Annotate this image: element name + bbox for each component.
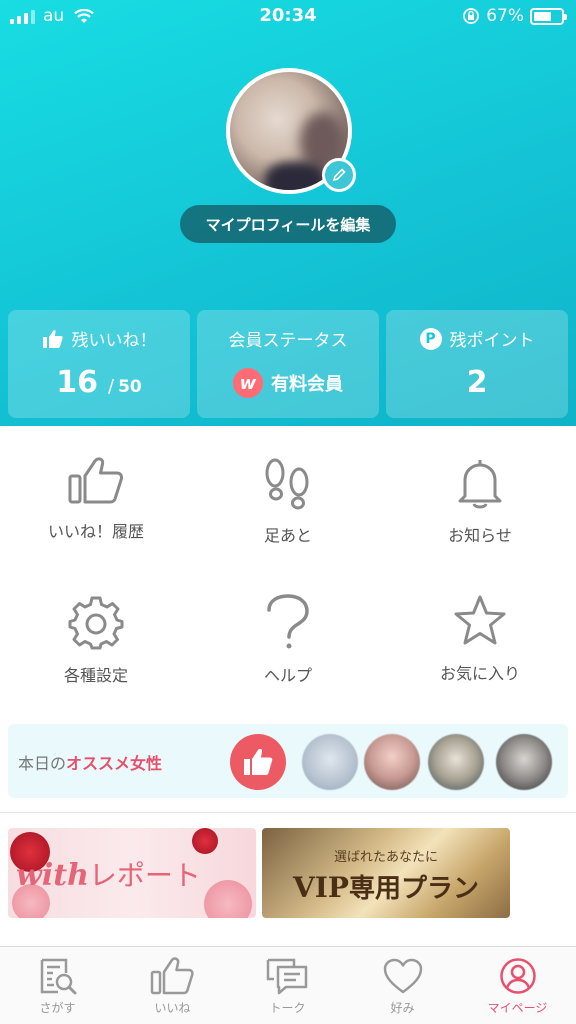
recommended-title: 本日のオススメ女性: [18, 754, 163, 773]
points-icon: P: [419, 327, 442, 350]
menu-like-history[interactable]: いいね！履歴: [0, 426, 192, 564]
remaining-points-label: 残ポイント: [449, 331, 535, 351]
star-icon: [454, 595, 506, 645]
tab-talk[interactable]: トーク: [230, 947, 345, 1024]
membership-status-value: 有料会員: [271, 374, 343, 395]
remaining-likes-separator: /: [108, 376, 115, 397]
membership-status-card[interactable]: 会員ステータス w 有料会員: [197, 310, 379, 418]
tab-label: 好み: [390, 1001, 415, 1015]
thumbs-up-icon: [68, 457, 124, 504]
with-logo-icon: w: [233, 368, 263, 398]
menu-label: お気に入り: [439, 664, 520, 683]
menu-settings[interactable]: 各種設定: [0, 564, 192, 702]
edit-profile-button[interactable]: マイプロフィールを編集: [180, 205, 396, 243]
menu-label: 各種設定: [63, 666, 128, 685]
with-report-banner[interactable]: withレポート: [8, 828, 256, 918]
tab-search[interactable]: さがす: [0, 947, 115, 1024]
gear-icon: [68, 596, 124, 650]
vip-plan-subtitle: 選ばれたあなたに: [333, 850, 438, 865]
vip-plan-banner[interactable]: 選ばれたあなたに VIP専用プラン: [262, 828, 510, 918]
footprints-icon: [265, 458, 309, 510]
remaining-likes-card[interactable]: 残いいね！ 16 /50: [8, 310, 190, 418]
question-icon: [267, 594, 309, 649]
tab-preferences[interactable]: 好み: [345, 947, 460, 1024]
recommended-user-avatar[interactable]: [496, 734, 552, 790]
menu-label: いいね！履歴: [47, 522, 144, 541]
bell-icon: [458, 460, 502, 509]
remaining-points-card[interactable]: P 残ポイント 2: [386, 310, 568, 418]
tab-label: さがす: [39, 1001, 76, 1015]
menu-footprints[interactable]: 足あと: [192, 426, 384, 564]
menu-favorites[interactable]: お気に入り: [384, 564, 576, 702]
chat-icon: [266, 958, 307, 995]
recommended-user-avatar[interactable]: [428, 734, 484, 790]
menu-help[interactable]: ヘルプ: [192, 564, 384, 702]
tab-likes[interactable]: いいね: [115, 947, 230, 1024]
tab-label: トーク: [269, 1001, 306, 1015]
remaining-likes-label: 残いいね！: [71, 331, 157, 351]
profile-icon: [499, 958, 536, 994]
tab-mypage[interactable]: マイページ: [460, 947, 575, 1024]
avatar[interactable]: [226, 68, 356, 194]
search-icon: [40, 958, 76, 995]
remaining-likes-value: 16: [56, 365, 98, 400]
divider: [0, 812, 576, 813]
recommended-user-avatar[interactable]: [302, 734, 358, 790]
tab-label: いいね: [154, 1001, 191, 1015]
battery-icon: [530, 7, 567, 25]
menu-notifications[interactable]: お知らせ: [384, 426, 576, 564]
thumbs-up-icon: [150, 957, 194, 995]
rotation-lock-icon: [463, 8, 480, 24]
like-button[interactable]: [230, 734, 286, 790]
profile-header: au 20:34 67% マイプロフィールを編集 残いいね！ 16 / 50 会…: [0, 0, 576, 426]
menu-label: ヘルプ: [263, 666, 312, 685]
bottom-tab-bar: さがす いいね トーク 好み マイページ: [0, 946, 576, 1024]
with-report-title: withレポート: [16, 858, 201, 893]
membership-status-label: 会員ステータス: [228, 331, 348, 351]
recommended-user-avatar[interactable]: [364, 734, 420, 790]
recommended-women-section[interactable]: 本日のオススメ女性: [8, 724, 568, 798]
status-bar: au 20:34 67%: [0, 0, 576, 34]
remaining-points-value: 2: [466, 365, 488, 400]
edit-icon[interactable]: [322, 158, 356, 192]
battery-percent: 67%: [486, 6, 524, 26]
menu-label: お知らせ: [448, 526, 512, 545]
menu-label: 足あと: [263, 526, 312, 545]
menu-grid: いいね！履歴 足あと お知らせ 各種設定 ヘルプ お気に入り: [0, 426, 576, 716]
heart-icon: [383, 958, 422, 994]
remaining-likes-total: 50: [118, 377, 142, 397]
thumbs-up-icon: [42, 329, 63, 348]
thumbs-up-icon: [244, 748, 273, 775]
vip-plan-title: VIP専用プラン: [293, 871, 479, 904]
tab-label: マイページ: [487, 1001, 548, 1015]
